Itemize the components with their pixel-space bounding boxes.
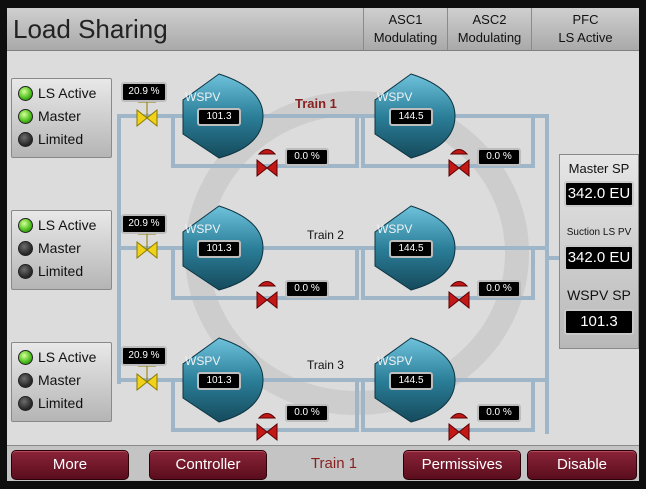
led-on-icon [18, 109, 33, 124]
recycle-valve-1-2-readout[interactable]: 0.0 % [477, 148, 521, 166]
wspv-label: WSPV [377, 90, 413, 104]
suction-ls-pv-value: 342.0 EU [564, 245, 634, 271]
disable-button[interactable]: Disable [527, 450, 637, 480]
status-panel-train-1: LS Active Master Limited [11, 78, 112, 158]
status-label: LS Active [38, 349, 97, 365]
led-off-icon [18, 396, 33, 411]
compressor-2-1-wspv[interactable]: 101.3 [197, 240, 241, 258]
recycle-valve-2-1-readout[interactable]: 0.0 % [285, 280, 329, 298]
wspv-sp-label: WSPV SP [567, 287, 631, 303]
setpoint-panel: Master SP 342.0 EU Suction LS PV 342.0 E… [559, 154, 639, 349]
inlet-valve-2[interactable] [136, 229, 158, 260]
status-label: Limited [38, 263, 84, 279]
recycle-valve-2-2-readout[interactable]: 0.0 % [477, 280, 521, 298]
compressor-1-1-wspv[interactable]: 101.3 [197, 108, 241, 126]
wspv-label: WSPV [185, 222, 221, 236]
recycle-valve-1-1[interactable] [256, 149, 278, 178]
recycle-valve-1-2[interactable] [448, 149, 470, 178]
recycle-valve-1-1-readout[interactable]: 0.0 % [285, 148, 329, 166]
master-sp-value[interactable]: 342.0 EU [564, 181, 634, 207]
more-button[interactable]: More [11, 450, 129, 480]
wspv-label: WSPV [377, 222, 413, 236]
led-on-icon [18, 350, 33, 365]
controller-button[interactable]: Controller [149, 450, 267, 480]
hmi-screen: Load Sharing ASC1 Modulating ASC2 Modula… [7, 8, 639, 481]
permissives-button[interactable]: Permissives [403, 450, 521, 480]
led-on-icon [18, 218, 33, 233]
status-row-master: Master [14, 370, 108, 392]
led-off-icon [18, 132, 33, 147]
status-row-master: Master [14, 238, 108, 260]
wspv-label: WSPV [185, 90, 221, 104]
master-sp-label: Master SP [568, 161, 630, 176]
status-label: LS Active [38, 85, 97, 101]
compressor-3-2-wspv[interactable]: 144.5 [389, 372, 433, 390]
status-row-ls-active: LS Active [14, 83, 108, 105]
recycle-valve-3-1[interactable] [256, 413, 278, 442]
wspv-label: WSPV [377, 354, 413, 368]
wspv-label: WSPV [185, 354, 221, 368]
train-3-label[interactable]: Train 3 [307, 358, 344, 372]
led-on-icon [18, 86, 33, 101]
status-row-master: Master [14, 106, 108, 128]
status-row-limited: Limited [14, 393, 108, 415]
status-row-limited: Limited [14, 261, 108, 283]
footer-bar: More Controller Train 1 Permissives Disa… [7, 445, 639, 481]
hmi-frame: Load Sharing ASC1 Modulating ASC2 Modula… [0, 0, 646, 489]
suction-ls-pv-label: Suction LS PV [566, 227, 632, 238]
recycle-valve-3-2-readout[interactable]: 0.0 % [477, 404, 521, 422]
status-row-ls-active: LS Active [14, 347, 108, 369]
status-label: Limited [38, 395, 84, 411]
recycle-valve-3-1-readout[interactable]: 0.0 % [285, 404, 329, 422]
status-row-limited: Limited [14, 129, 108, 151]
train-2-label[interactable]: Train 2 [307, 228, 344, 242]
status-label: Limited [38, 131, 84, 147]
recycle-valve-3-2[interactable] [448, 413, 470, 442]
status-label: Master [38, 240, 81, 256]
status-label: Master [38, 372, 81, 388]
compressor-3-1-wspv[interactable]: 101.3 [197, 372, 241, 390]
selected-train-label: Train 1 [310, 455, 358, 472]
compressor-2-2-wspv[interactable]: 144.5 [389, 240, 433, 258]
led-off-icon [18, 264, 33, 279]
led-off-icon [18, 373, 33, 388]
inlet-valve-1[interactable] [136, 97, 158, 128]
status-label: LS Active [38, 217, 97, 233]
inlet-valve-3-readout[interactable]: 20.9 % [121, 346, 167, 366]
status-row-ls-active: LS Active [14, 215, 108, 237]
inlet-valve-3[interactable] [136, 361, 158, 392]
compressor-1-2-wspv[interactable]: 144.5 [389, 108, 433, 126]
recycle-valve-2-1[interactable] [256, 281, 278, 310]
status-label: Master [38, 108, 81, 124]
status-panel-train-3: LS Active Master Limited [11, 342, 112, 422]
led-off-icon [18, 241, 33, 256]
train-1-label[interactable]: Train 1 [295, 96, 337, 111]
status-panel-train-2: LS Active Master Limited [11, 210, 112, 290]
inlet-valve-2-readout[interactable]: 20.9 % [121, 214, 167, 234]
inlet-valve-1-readout[interactable]: 20.9 % [121, 82, 167, 102]
recycle-valve-2-2[interactable] [448, 281, 470, 310]
wspv-sp-value[interactable]: 101.3 [564, 309, 634, 335]
